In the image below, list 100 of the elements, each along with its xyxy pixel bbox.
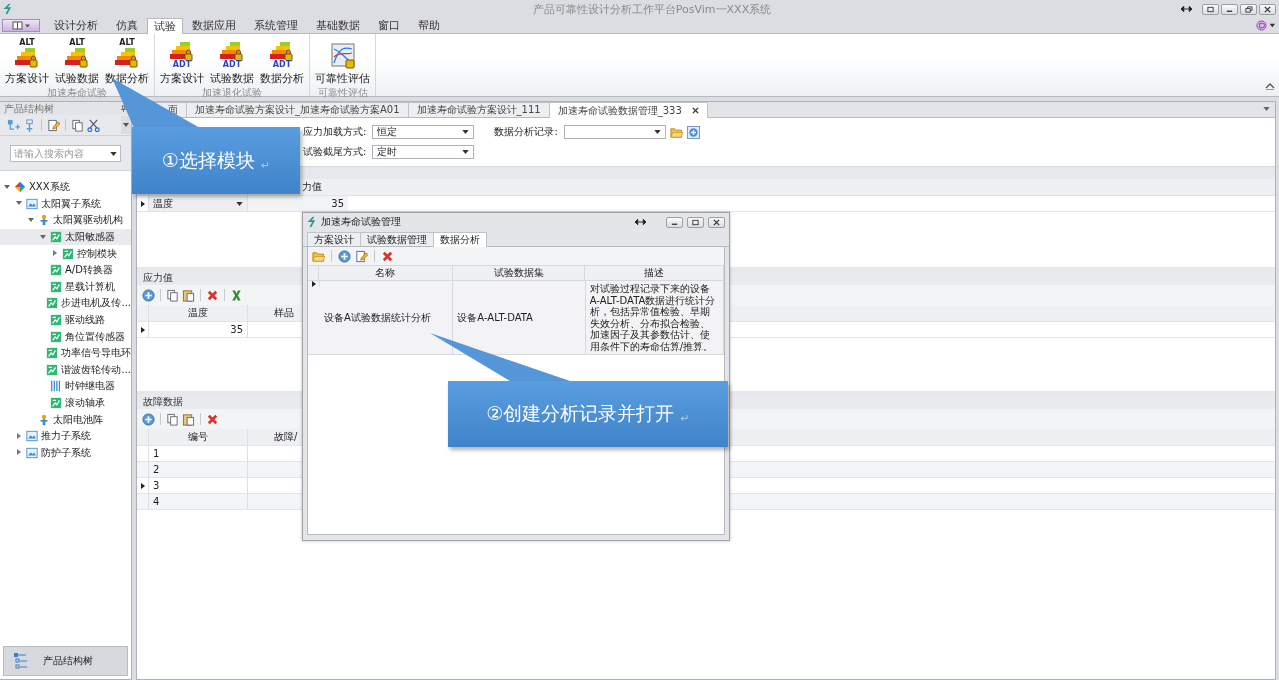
bar-chart-lock-icon[interactable] (65, 47, 89, 69)
fullscreen-icon[interactable] (1206, 5, 1215, 13)
expander-icon[interactable] (52, 250, 58, 257)
expander-icon[interactable] (28, 217, 34, 223)
paste-icon[interactable] (182, 412, 195, 426)
restore-icon[interactable] (1244, 5, 1253, 13)
edit-icon[interactable] (47, 118, 60, 132)
tree-item[interactable]: 星载计算机 (0, 278, 131, 296)
ribbon-button[interactable]: ADT 试验数据 (207, 38, 257, 86)
menu-tab[interactable]: 数据应用 (183, 18, 245, 33)
select-field[interactable] (563, 125, 666, 139)
expander-icon[interactable] (40, 233, 46, 240)
select-field[interactable]: 恒定 (372, 125, 475, 139)
caret-icon[interactable] (123, 123, 129, 127)
tree-item[interactable]: 谐波齿轮传动... (0, 361, 131, 379)
dialog-tab[interactable]: 数据分析 (433, 232, 487, 247)
expander-icon[interactable] (4, 183, 10, 190)
tree-item[interactable]: 太阳翼子系统 (0, 195, 131, 213)
menu-tab[interactable]: 试验 (147, 18, 183, 34)
tree-item[interactable]: 功率信号导电环 (0, 344, 131, 362)
menu-tab[interactable]: 系统管理 (245, 18, 307, 33)
table-cell[interactable]: 对试验过程记录下来的设备A-ALT-DATA数据进行统计分析，包括异常值检验、早期失效分析、分布拟合检验、加速因子及其参数估计、使用条件下的寿命估算/推算。 (585, 281, 724, 354)
search-field[interactable]: 请输入搜索内容 (10, 145, 121, 162)
tree-item[interactable]: 太阳敏感器 (0, 228, 131, 246)
tree-item[interactable]: 时钟继电器 (0, 378, 131, 395)
table-cell[interactable]: 温度 (149, 196, 248, 211)
panel-title: 产品结构树 (4, 101, 54, 116)
select-field[interactable]: 定时 (372, 145, 475, 159)
copy-icon[interactable] (166, 288, 179, 302)
restore-button[interactable] (1240, 3, 1257, 15)
add-icon[interactable] (142, 412, 155, 426)
expander-icon[interactable] (16, 432, 22, 439)
ribbon-button[interactable]: 可靠性评估 (312, 38, 373, 86)
dialog-tab[interactable]: 方案设计 (307, 232, 361, 246)
menu-tab[interactable]: 帮助 (409, 18, 449, 33)
ribbon-button[interactable]: ADT 方案设计 (157, 38, 207, 86)
dialog-tab[interactable]: 试验数据管理 (360, 232, 434, 246)
edit-icon[interactable] (355, 249, 368, 263)
tree-item[interactable]: 滚动轴承 (0, 394, 131, 412)
collapse-ribbon-icon[interactable] (1265, 82, 1275, 90)
document-tab[interactable]: 加速寿命试验方案设计_111 (407, 102, 550, 117)
close-tab-icon[interactable] (691, 107, 699, 114)
ribbon-button[interactable]: ALT 方案设计 (2, 38, 52, 86)
close-button[interactable] (1259, 3, 1276, 15)
tree-item[interactable]: 太阳电池阵 (0, 411, 131, 428)
pin-icon[interactable] (120, 105, 127, 112)
tree-item[interactable]: XXX系统 (0, 179, 131, 196)
fullscreen-button[interactable] (1202, 3, 1219, 15)
bar-chart-lock-icon[interactable] (15, 47, 39, 69)
dropdown-arrow-icon[interactable] (110, 151, 117, 156)
tree-item[interactable]: 推力子系统 (0, 427, 131, 445)
tree-item[interactable]: A/D转换器 (0, 261, 131, 279)
ribbon-button[interactable]: ADT 数据分析 (257, 38, 307, 86)
dropdown-arrow-icon[interactable] (462, 130, 470, 134)
dropdown-arrow-icon[interactable] (462, 150, 470, 154)
add-node-icon[interactable] (7, 118, 20, 132)
bar-chart-lock-icon[interactable] (115, 47, 139, 69)
maximize-button[interactable] (687, 216, 704, 228)
expander-icon[interactable] (16, 449, 22, 456)
cut-icon[interactable] (87, 118, 100, 132)
close-icon[interactable] (1263, 5, 1272, 13)
ribbon-button[interactable]: ALT 试验数据 (52, 38, 102, 86)
delete-icon[interactable] (206, 288, 219, 302)
tree-item[interactable]: 防护子系统 (0, 444, 131, 462)
add-icon[interactable] (338, 249, 351, 263)
close-button[interactable] (708, 216, 725, 228)
paste-icon[interactable] (182, 288, 195, 302)
panel-switch-button[interactable]: 产品结构树 (3, 646, 128, 676)
curve-chart-icon[interactable] (330, 43, 355, 69)
layout-icon[interactable] (10, 21, 32, 30)
close-icon[interactable] (712, 218, 721, 226)
delete-icon[interactable] (206, 412, 219, 426)
style-menu-icon[interactable] (1256, 20, 1276, 31)
menu-tab[interactable]: 基础数据 (307, 18, 369, 33)
menu-tab[interactable]: 窗口 (369, 18, 409, 33)
expander-icon[interactable] (16, 200, 22, 207)
menu-tab[interactable]: 仿真 (107, 18, 147, 33)
add-icon[interactable] (142, 288, 155, 302)
tree-item[interactable]: 控制模块 (0, 245, 131, 262)
tab-list-icon[interactable] (1263, 107, 1270, 111)
document-tab[interactable]: 加速寿命试验数据管理_333 (548, 102, 708, 118)
minimize-button[interactable] (666, 216, 683, 228)
tree-item[interactable]: 驱动线路 (0, 311, 131, 329)
maximize-icon[interactable] (691, 218, 700, 226)
minimize-button[interactable] (1221, 3, 1238, 15)
document-tab[interactable]: 加速寿命试验方案设计_加速寿命试验方案A01 (186, 102, 409, 117)
toolbar-overflow-button[interactable] (121, 116, 131, 134)
ribbon-button[interactable]: ALT 数据分析 (102, 38, 152, 86)
menu-tab[interactable]: 设计分析 (45, 18, 107, 33)
dropdown-arrow-icon[interactable] (236, 201, 243, 206)
x-mark-icon[interactable] (230, 288, 243, 302)
delete-icon[interactable] (381, 249, 394, 263)
dropdown-arrow-icon[interactable] (653, 130, 661, 134)
tree-item[interactable]: 步进电机及传... (0, 295, 131, 312)
refresh-icon[interactable] (686, 125, 700, 139)
copy-icon[interactable] (166, 412, 179, 426)
tree-item[interactable]: 太阳翼驱动机构 (0, 212, 131, 229)
tree-item[interactable]: 角位置传感器 (0, 328, 131, 345)
copy-icon[interactable] (71, 118, 84, 132)
application-menu-button[interactable] (2, 19, 40, 32)
